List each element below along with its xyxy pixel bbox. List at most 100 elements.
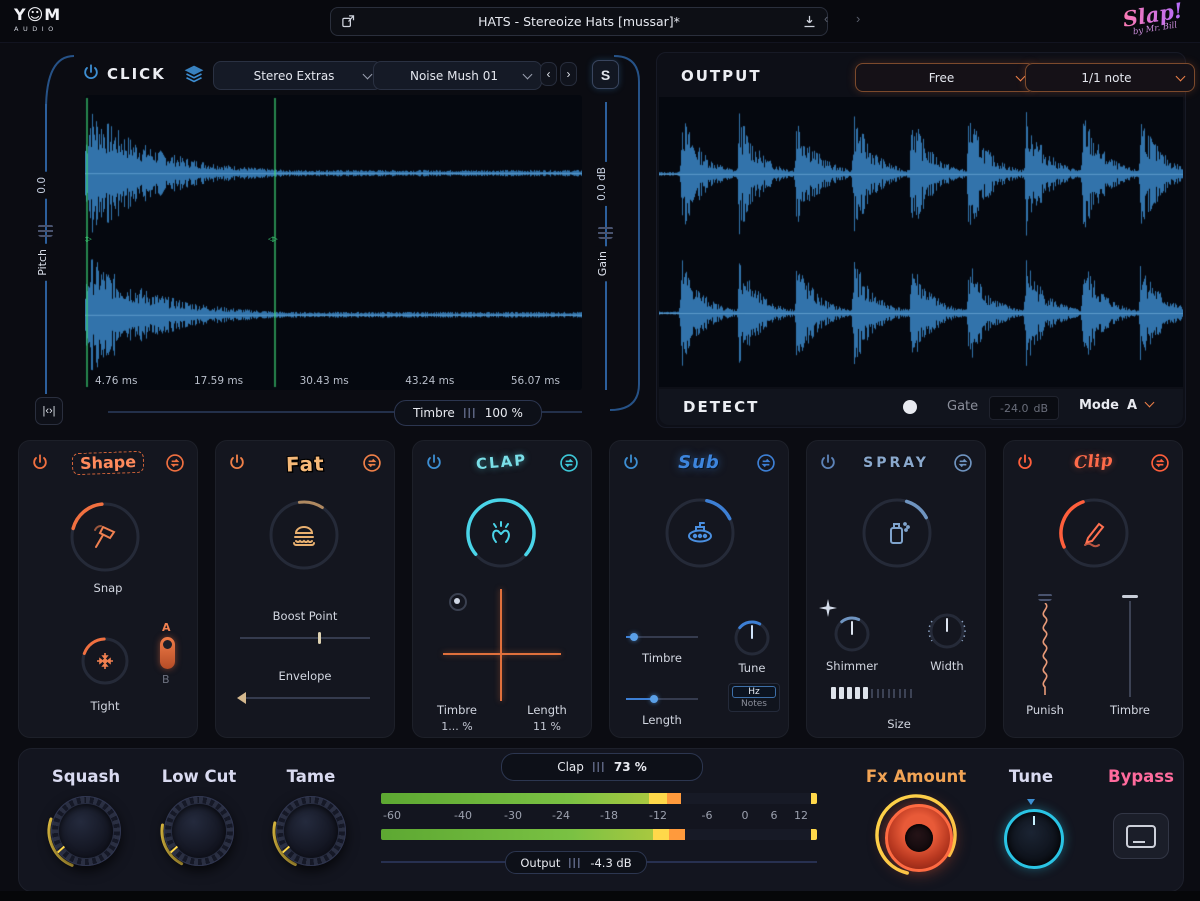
- clip-timbre-slider[interactable]: [1116, 593, 1144, 705]
- bypass-button[interactable]: [1113, 813, 1169, 859]
- clap-timbre-value: 1... %: [421, 720, 493, 733]
- sample-next-button[interactable]: ›: [560, 62, 577, 86]
- tight-label: Tight: [55, 699, 155, 713]
- snap-knob[interactable]: [67, 499, 143, 575]
- layers-icon[interactable]: [184, 64, 204, 84]
- ab-option-b[interactable]: B: [162, 673, 170, 686]
- fat-preset-cycle-button[interactable]: [362, 453, 382, 473]
- mode-value[interactable]: A: [1127, 398, 1137, 413]
- size-label: Size: [859, 717, 939, 731]
- save-preset-icon[interactable]: [802, 14, 817, 29]
- clap-length-value: 11 %: [511, 720, 583, 733]
- sub-length-handle[interactable]: [650, 695, 658, 703]
- punish-slider-handle[interactable]: [1038, 593, 1052, 601]
- hz-notes-toggle[interactable]: Hz Notes: [728, 683, 780, 712]
- layer-preset-dropdown[interactable]: Stereo Extras: [213, 61, 382, 90]
- ab-toggle[interactable]: [160, 637, 175, 669]
- sub-length-slider[interactable]: [626, 698, 698, 700]
- shimmer-knob[interactable]: [832, 614, 872, 654]
- meter-tick: -30: [504, 809, 522, 822]
- sub-timbre-handle[interactable]: [630, 633, 638, 641]
- boost-point-slider[interactable]: [240, 637, 370, 639]
- note-value-dropdown[interactable]: 1/1 note: [1025, 63, 1195, 92]
- clap-knob[interactable]: [463, 495, 539, 571]
- zoom-fit-button[interactable]: |‹›|: [35, 397, 63, 425]
- tight-knob[interactable]: [79, 635, 131, 687]
- fx-amount-knob[interactable]: [874, 793, 958, 877]
- shape-preset-cycle-button[interactable]: [165, 453, 185, 473]
- punish-slider[interactable]: [1031, 593, 1059, 705]
- envelope-handle[interactable]: [237, 692, 246, 704]
- clap-hands-icon: [484, 516, 518, 550]
- plugin-window: Y☺M AUDIO HATS - Stereoize Hats [mussar]…: [0, 0, 1200, 901]
- ab-option-a[interactable]: A: [162, 621, 171, 634]
- sample-preset-dropdown[interactable]: Noise Mush 01: [373, 61, 542, 90]
- time-axis: 4.76 ms 17.59 ms 30.43 ms 43.24 ms 56.07…: [85, 375, 582, 387]
- sub-tune-knob[interactable]: [732, 618, 772, 658]
- gain-value: 0.0 dB: [595, 162, 609, 206]
- meter-tick: 0: [742, 809, 749, 822]
- drag-grip-icon[interactable]: [569, 858, 581, 868]
- level-meter: -60 -40 -30 -24 -18 -12 -6 0 6 12 Output: [381, 791, 817, 877]
- gain-slider-handle[interactable]: [598, 226, 613, 239]
- loop-end-marker-handle[interactable]: ◁▷: [268, 235, 277, 243]
- output-label: Output: [520, 856, 560, 870]
- click-power-button[interactable]: [82, 63, 100, 81]
- sync-mode-dropdown[interactable]: Free: [855, 63, 1035, 92]
- low-cut-knob[interactable]: [157, 789, 241, 873]
- clip-knob[interactable]: [1056, 495, 1132, 571]
- gate-label: Gate: [947, 399, 978, 414]
- loop-start-marker-handle[interactable]: ◁▷: [85, 235, 91, 243]
- clap-mix-control[interactable]: Clap 73 %: [501, 753, 703, 781]
- shape-power-button[interactable]: [31, 453, 51, 473]
- chevron-down-icon: [1016, 71, 1026, 81]
- click-waveform-canvas[interactable]: [85, 95, 582, 390]
- next-preset-button[interactable]: ›: [850, 10, 866, 27]
- notes-option[interactable]: Notes: [732, 699, 776, 709]
- drag-grip-icon[interactable]: [464, 408, 476, 418]
- sub-power-button[interactable]: [622, 453, 642, 473]
- sub-timbre-slider[interactable]: [626, 636, 698, 638]
- sub-preset-cycle-button[interactable]: [756, 453, 776, 473]
- gate-threshold-field[interactable]: -24.0 dB: [989, 396, 1059, 420]
- master-tune-knob[interactable]: [1004, 809, 1064, 869]
- time-label: 30.43 ms: [300, 375, 349, 387]
- fat-power-button[interactable]: [228, 453, 248, 473]
- tame-knob[interactable]: [269, 789, 353, 873]
- clap-preset-cycle-button[interactable]: [559, 453, 579, 473]
- click-timbre-control[interactable]: Timbre 100 %: [394, 400, 542, 426]
- spray-preset-cycle-button[interactable]: [953, 453, 973, 473]
- clap-power-button[interactable]: [425, 453, 445, 473]
- fx-amount-label: Fx Amount: [851, 767, 981, 786]
- previous-preset-button[interactable]: ‹: [818, 10, 834, 27]
- meter-scale: -60 -40 -30 -24 -18 -12 -6 0 6 12: [381, 809, 817, 823]
- mode-dropdown-chevron-icon[interactable]: [1145, 398, 1155, 408]
- click-waveform-display[interactable]: ◁▷ ◁▷ 4.76 ms 17.59 ms 30.43 ms 43.24 ms…: [85, 95, 582, 390]
- clip-power-button[interactable]: [1016, 453, 1036, 473]
- punish-squiggle-track: [1037, 603, 1053, 695]
- bypass-label: Bypass: [1099, 767, 1183, 786]
- hz-option[interactable]: Hz: [732, 686, 776, 698]
- spray-power-button[interactable]: [819, 453, 839, 473]
- low-cut-label: Low Cut: [154, 767, 244, 786]
- squash-knob[interactable]: [44, 789, 128, 873]
- drag-grip-icon[interactable]: [593, 762, 605, 772]
- clap-xy-pad[interactable]: [443, 589, 561, 701]
- boost-point-handle[interactable]: [318, 632, 321, 644]
- note-value: 1/1 note: [1036, 71, 1177, 85]
- fat-knob[interactable]: [266, 497, 342, 573]
- spray-knob[interactable]: [859, 495, 935, 571]
- envelope-slider[interactable]: [240, 697, 370, 699]
- sub-knob[interactable]: [662, 495, 738, 571]
- clip-preset-cycle-button[interactable]: [1150, 453, 1170, 473]
- sample-preset-value: Noise Mush 01: [384, 69, 524, 83]
- click-solo-button[interactable]: S: [592, 60, 619, 89]
- sample-prev-button[interactable]: ‹: [540, 62, 557, 86]
- width-knob[interactable]: [927, 611, 967, 651]
- pitch-slider-handle[interactable]: [38, 224, 53, 237]
- clip-timbre-handle[interactable]: [1122, 595, 1138, 598]
- output-gain-control[interactable]: Output -4.3 dB: [505, 851, 647, 874]
- pitch-slider[interactable]: 0.0 Pitch: [33, 100, 59, 398]
- size-bar[interactable]: [831, 687, 912, 699]
- gain-slider[interactable]: 0.0 dB Gain: [594, 100, 620, 395]
